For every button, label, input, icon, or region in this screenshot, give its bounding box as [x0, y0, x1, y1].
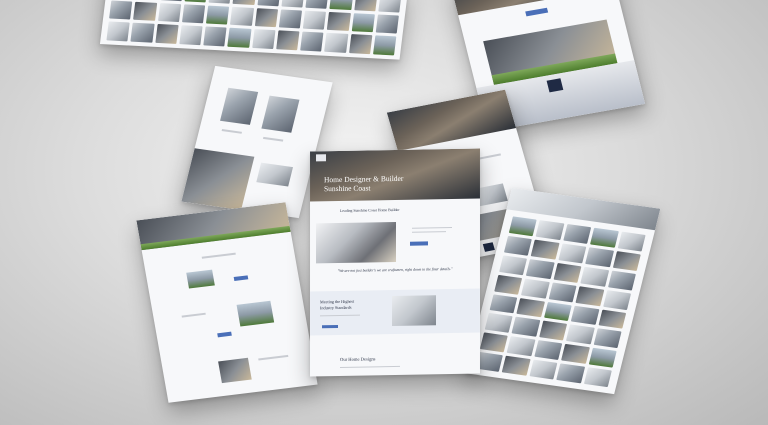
quote-text: "We are not just builder's we are crafts…	[337, 266, 453, 274]
house-photo-2	[218, 357, 252, 384]
hero-title-line2: Sunshine Coast	[324, 183, 371, 194]
standards-title-line2: Industry Standards	[320, 304, 352, 311]
hero-banner: Home Designer & Builder Sunshine Coast	[310, 148, 480, 202]
logo-icon	[316, 154, 327, 162]
interior-photo	[392, 295, 436, 327]
hero-image	[386, 89, 517, 152]
cta-button[interactable]	[409, 241, 428, 246]
logo-icon	[546, 78, 564, 93]
photo-grid	[106, 0, 402, 56]
interior-photo	[181, 148, 255, 211]
kitchen-photo	[316, 221, 396, 264]
cta-button[interactable]	[525, 7, 549, 17]
kitchen-photo	[256, 162, 293, 187]
page-left-bottom	[136, 202, 318, 403]
team-photo-2	[261, 95, 300, 133]
feature-photo-2	[475, 183, 508, 207]
hero-subtitle: Leading Sunshine Coast Home Builder	[340, 207, 400, 213]
standards-section: Meeting the Highest Industry Standards	[310, 288, 480, 336]
designs-title: Our Home Designs	[340, 356, 376, 362]
cta-button[interactable]	[233, 275, 249, 281]
gallery-page-top-left	[99, 0, 409, 60]
hero-image	[136, 202, 291, 251]
house-photo	[236, 300, 275, 327]
standards-button[interactable]	[322, 325, 339, 329]
photo-grid	[475, 216, 646, 388]
standards-title-line1: Meeting the Highest	[320, 298, 355, 305]
main-page-center: Home Designer & Builder Sunshine Coast L…	[310, 148, 480, 377]
photo-thumb	[186, 269, 215, 289]
logo-icon	[482, 242, 495, 252]
cta-button-2[interactable]	[217, 331, 232, 338]
team-photo-1	[220, 87, 259, 125]
